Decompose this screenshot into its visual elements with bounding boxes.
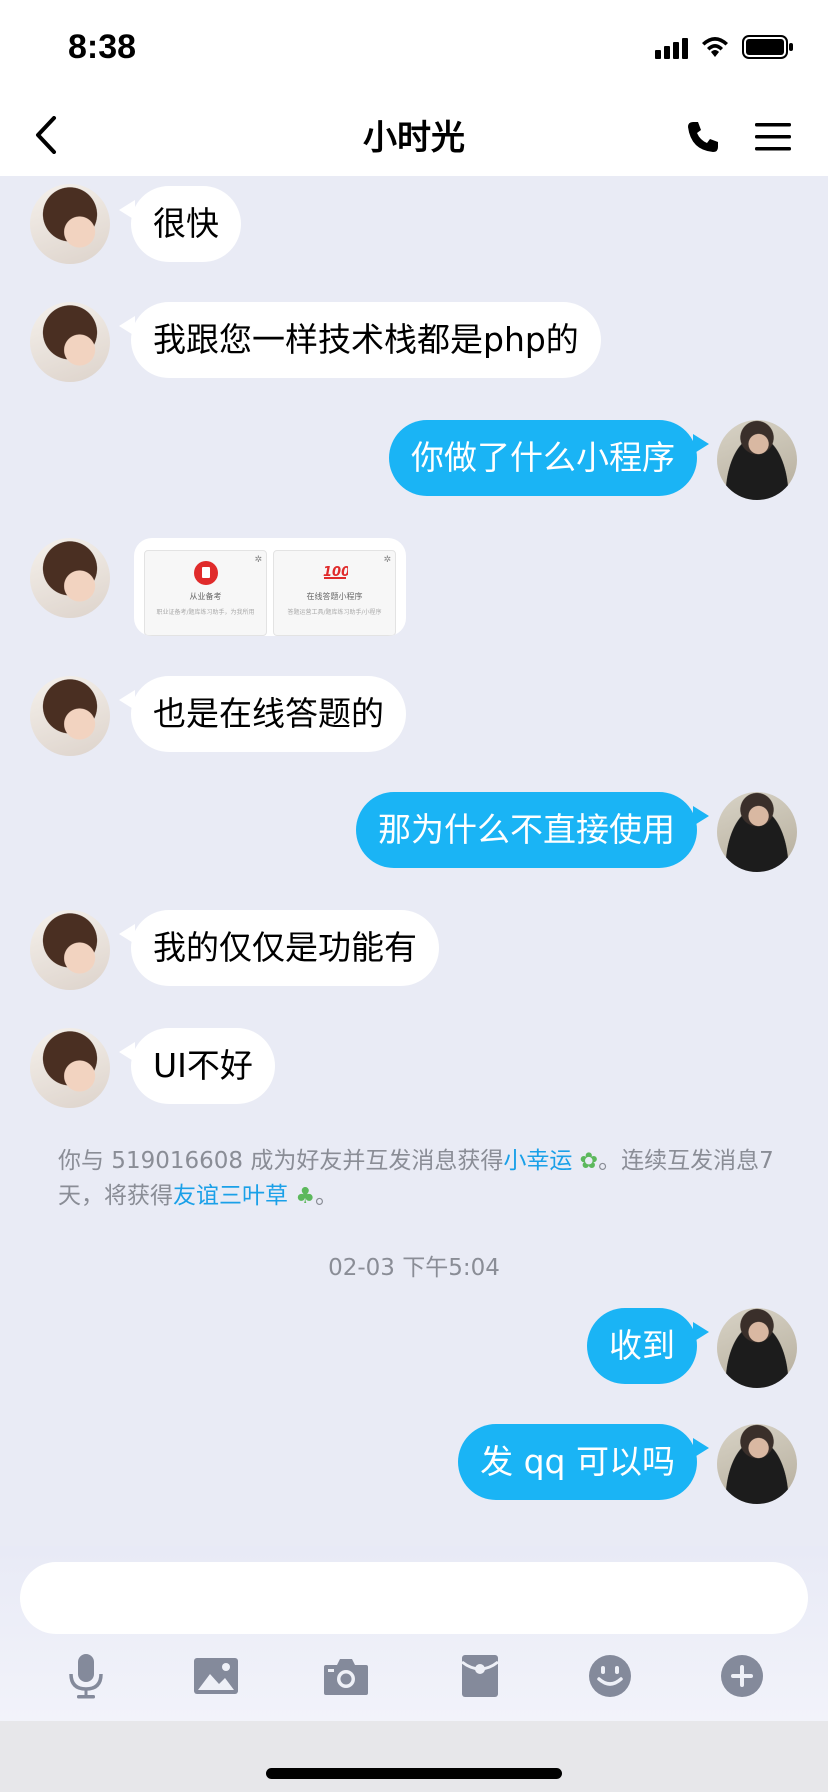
received-message-bubble[interactable]: 我的仅仅是功能有: [119, 910, 439, 986]
emoji-icon: [589, 1655, 631, 1697]
battery-icon: [742, 34, 794, 60]
message-input[interactable]: [20, 1562, 808, 1634]
cellular-signal-icon: [655, 35, 688, 59]
bug-icon: ✲: [254, 555, 262, 565]
my-avatar[interactable]: [717, 1308, 797, 1388]
document-icon: [193, 561, 218, 585]
camera-button[interactable]: [316, 1646, 376, 1706]
sent-message-bubble[interactable]: 收到: [587, 1308, 709, 1384]
home-indicator[interactable]: [266, 1768, 562, 1779]
lucky-link[interactable]: 小幸运: [503, 1148, 572, 1174]
sent-message-bubble[interactable]: 你做了什么小程序: [389, 420, 709, 496]
received-message-bubble[interactable]: UI不好: [119, 1028, 275, 1104]
more-menu-button[interactable]: [748, 112, 798, 162]
call-button[interactable]: [678, 112, 728, 162]
my-avatar[interactable]: [717, 420, 797, 500]
red-packet-button[interactable]: [450, 1646, 510, 1706]
system-notice: 你与 519016608 成为好友并互发消息获得小幸运 ✿。连续互发消息7天，将…: [58, 1144, 778, 1214]
bug-icon: ✲: [383, 555, 391, 565]
camera-icon: [324, 1659, 368, 1695]
friendship-clover-link[interactable]: 友谊三叶草: [173, 1183, 288, 1209]
image-icon: [194, 1658, 238, 1694]
preview-title: 从业备考: [189, 592, 222, 601]
menu-icon: [755, 123, 791, 151]
plus-icon: [721, 1655, 763, 1697]
sent-message-bubble[interactable]: 那为什么不直接使用: [356, 792, 709, 868]
sent-message-bubble[interactable]: 发 qq 可以吗: [458, 1424, 709, 1500]
more-options-button[interactable]: [712, 1646, 772, 1706]
my-avatar[interactable]: [717, 792, 797, 872]
notice-text: 你与 519016608 成为好友并互发消息获得: [58, 1148, 504, 1174]
mini-program-preview: ✲ 从业备考 职业证备考/题库练习助手，为我所用: [144, 550, 267, 636]
message-timestamp: 02-03 下午5:04: [328, 1255, 500, 1281]
contact-avatar[interactable]: [30, 184, 110, 264]
preview-description: 职业证备考/题库练习助手，为我所用: [156, 609, 255, 616]
preview-title: 在线答题小程序: [306, 592, 363, 601]
preview-description: 答题运营工具/题库练习助手/小程序: [287, 609, 382, 616]
received-message-bubble[interactable]: 我跟您一样技术栈都是php的: [119, 302, 601, 378]
contact-avatar[interactable]: [30, 910, 110, 990]
received-message-bubble[interactable]: 也是在线答题的: [119, 676, 406, 752]
input-area: [0, 1546, 828, 1721]
message-list[interactable]: 很快 我跟您一样技术栈都是php的 你做了什么小程序 ✲ 从业备考 职业证备考/…: [0, 176, 828, 1546]
my-avatar[interactable]: [717, 1424, 797, 1504]
red-packet-icon: [461, 1655, 499, 1697]
gallery-button[interactable]: [186, 1646, 246, 1706]
status-icons: [655, 34, 794, 60]
received-message-bubble[interactable]: 很快: [119, 186, 241, 262]
phone-icon: [688, 122, 718, 152]
contact-avatar[interactable]: [30, 676, 110, 756]
status-time: 8:38: [68, 28, 137, 66]
contact-avatar[interactable]: [30, 1028, 110, 1108]
image-message-card[interactable]: ✲ 从业备考 职业证备考/题库练习助手，为我所用 100 ✲ 在线答题小程序 答…: [134, 538, 406, 636]
contact-avatar[interactable]: [30, 302, 110, 382]
microphone-icon: [69, 1654, 103, 1699]
clover-icon: ♣: [295, 1184, 316, 1209]
wifi-icon: [700, 35, 730, 59]
nav-bar: 小时光: [0, 96, 828, 176]
contact-avatar[interactable]: [30, 538, 110, 618]
hundred-points-icon: 100: [323, 565, 348, 580]
emoji-button[interactable]: [580, 1646, 640, 1706]
status-bar: 8:38: [0, 0, 828, 96]
notice-text: 。: [315, 1183, 339, 1209]
voice-button[interactable]: [56, 1646, 116, 1706]
input-toolbar: [0, 1646, 828, 1716]
mini-program-preview: 100 ✲ 在线答题小程序 答题运营工具/题库练习助手/小程序: [273, 550, 396, 636]
sprout-icon: ✿: [579, 1149, 599, 1174]
home-indicator-area: [0, 1721, 828, 1792]
